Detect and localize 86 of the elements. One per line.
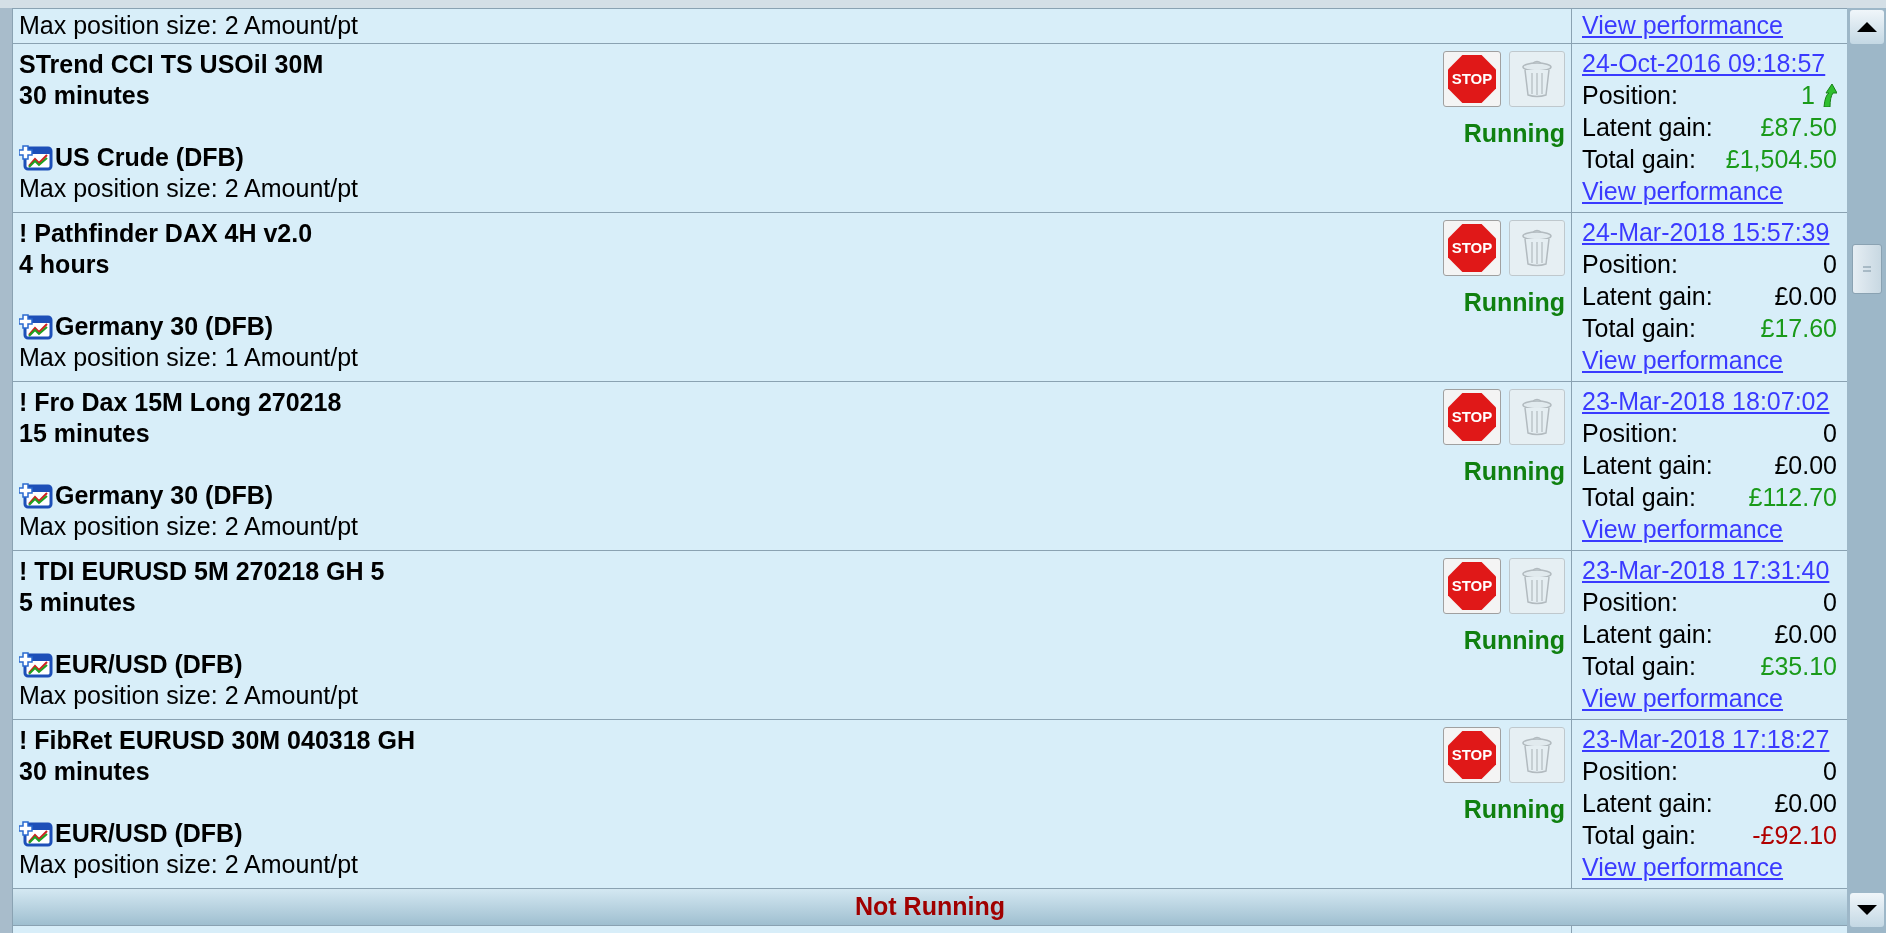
instrument-name: Germany 30 (DFB) <box>55 311 274 342</box>
timeframe: 30 minutes <box>19 756 151 787</box>
scrollbar[interactable] <box>1847 8 1886 933</box>
gain-value: £35.10 <box>1760 651 1837 682</box>
chart-plus-icon <box>19 144 53 171</box>
max-position-size: Max position size: 2 Amount/pt <box>19 511 360 542</box>
gain-value: £0.00 <box>1774 619 1837 650</box>
gain-value: £112.70 <box>1748 482 1837 513</box>
status-label: Running <box>1463 794 1565 825</box>
timeframe: 4 hours <box>19 249 111 280</box>
gain-label: Latent gain: <box>1582 281 1713 312</box>
position-value: 0 <box>1823 249 1837 280</box>
status-label: Running <box>1463 625 1565 656</box>
timeframe: 15 minutes <box>19 418 151 449</box>
position-label: Position: <box>1582 756 1678 787</box>
instrument-name: EUR/USD (DFB) <box>55 649 243 680</box>
view-performance-link[interactable]: View performance <box>1582 11 1784 39</box>
gain-label: Total gain: <box>1582 482 1696 513</box>
start-date-link[interactable]: 23-Mar-2018 17:18:27 <box>1582 723 1837 755</box>
gain-value: £0.00 <box>1774 281 1837 312</box>
strategy-name: ! TDI EURUSD 5M 270218 GH 5 <box>19 556 386 587</box>
strategy-name: STrend CCI TS USOil 30M <box>19 49 325 80</box>
gain-value: £0.00 <box>1774 788 1837 819</box>
gain-label: Latent gain: <box>1582 788 1713 819</box>
scroll-up-button[interactable] <box>1849 10 1884 44</box>
view-performance-link[interactable]: View performance <box>1582 344 1784 376</box>
gain-value: £1,504.50 <box>1725 144 1837 175</box>
instrument-name: US Crude (DFB) <box>55 142 244 173</box>
status-label: Running <box>1463 118 1565 149</box>
chart-plus-icon <box>19 651 53 678</box>
position-label: Position: <box>1582 418 1678 449</box>
gain-value: £87.50 <box>1760 112 1837 143</box>
timeframe: 30 minutes <box>19 80 151 111</box>
position-label: Position: <box>1582 249 1678 280</box>
position-value: 1 <box>1801 80 1816 111</box>
position-value: 0 <box>1823 418 1837 449</box>
grip-icon <box>1862 266 1871 272</box>
strategy-name: ! Fro Dax 15M Long 270218 <box>19 387 343 418</box>
trash-icon <box>1521 736 1553 774</box>
max-position-size: Max position size: 2 Amount/pt <box>19 11 359 39</box>
max-position-size: Max position size: 2 Amount/pt <box>19 849 360 880</box>
gain-label: Total gain: <box>1582 651 1696 682</box>
start-date-link[interactable]: 24-Mar-2018 15:57:39 <box>1582 216 1837 248</box>
up-arrow-icon <box>1821 83 1837 107</box>
view-performance-link[interactable]: View performance <box>1582 513 1784 545</box>
instrument-name: Germany 30 (DFB) <box>55 480 274 511</box>
gain-label: Latent gain: <box>1582 112 1713 143</box>
max-position-size: Max position size: 2 Amount/pt <box>19 173 360 204</box>
gain-value: -£92.10 <box>1752 820 1837 851</box>
section-title: Not Running <box>855 891 1005 923</box>
start-date-link[interactable]: 24-Oct-2016 09:18:57 <box>1582 47 1837 79</box>
trash-icon <box>1521 398 1553 436</box>
strategy-name: ! Pathfinder DAX 4H v2.0 <box>19 218 314 249</box>
scroll-thumb[interactable] <box>1851 244 1882 294</box>
position-label: Position: <box>1582 80 1678 111</box>
start-date-link[interactable]: 23-Mar-2018 17:31:40 <box>1582 554 1837 586</box>
position-value: 0 <box>1823 587 1837 618</box>
trash-icon <box>1521 60 1553 98</box>
trash-icon <box>1521 229 1553 267</box>
down-triangle-icon <box>1856 905 1877 915</box>
chart-plus-icon <box>19 482 53 509</box>
position-label: Position: <box>1582 587 1678 618</box>
view-performance-link[interactable]: View performance <box>1582 851 1784 883</box>
view-performance-link[interactable]: View performance <box>1582 682 1784 714</box>
position-value: 0 <box>1823 756 1837 787</box>
gain-label: Total gain: <box>1582 313 1696 344</box>
trash-icon <box>1521 567 1553 605</box>
up-triangle-icon <box>1856 22 1877 32</box>
gain-value: £17.60 <box>1760 313 1837 344</box>
gain-label: Total gain: <box>1582 820 1696 851</box>
strategy-name: ! FibRet EURUSD 30M 040318 GH <box>19 725 416 756</box>
chart-plus-icon <box>19 313 53 340</box>
status-label: Running <box>1463 287 1565 318</box>
start-date-link[interactable]: 23-Mar-2018 18:07:02 <box>1582 385 1837 417</box>
gain-label: Total gain: <box>1582 144 1696 175</box>
max-position-size: Max position size: 2 Amount/pt <box>19 680 360 711</box>
gain-label: Latent gain: <box>1582 619 1713 650</box>
chart-plus-icon <box>19 820 53 847</box>
timeframe: 5 minutes <box>19 587 137 618</box>
scroll-down-button[interactable] <box>1849 893 1884 927</box>
gain-label: Latent gain: <box>1582 450 1713 481</box>
gain-value: £0.00 <box>1774 450 1837 481</box>
instrument-name: EUR/USD (DFB) <box>55 818 243 849</box>
max-position-size: Max position size: 1 Amount/pt <box>19 342 360 373</box>
status-label: Running <box>1463 456 1565 487</box>
view-performance-link[interactable]: View performance <box>1582 175 1784 207</box>
